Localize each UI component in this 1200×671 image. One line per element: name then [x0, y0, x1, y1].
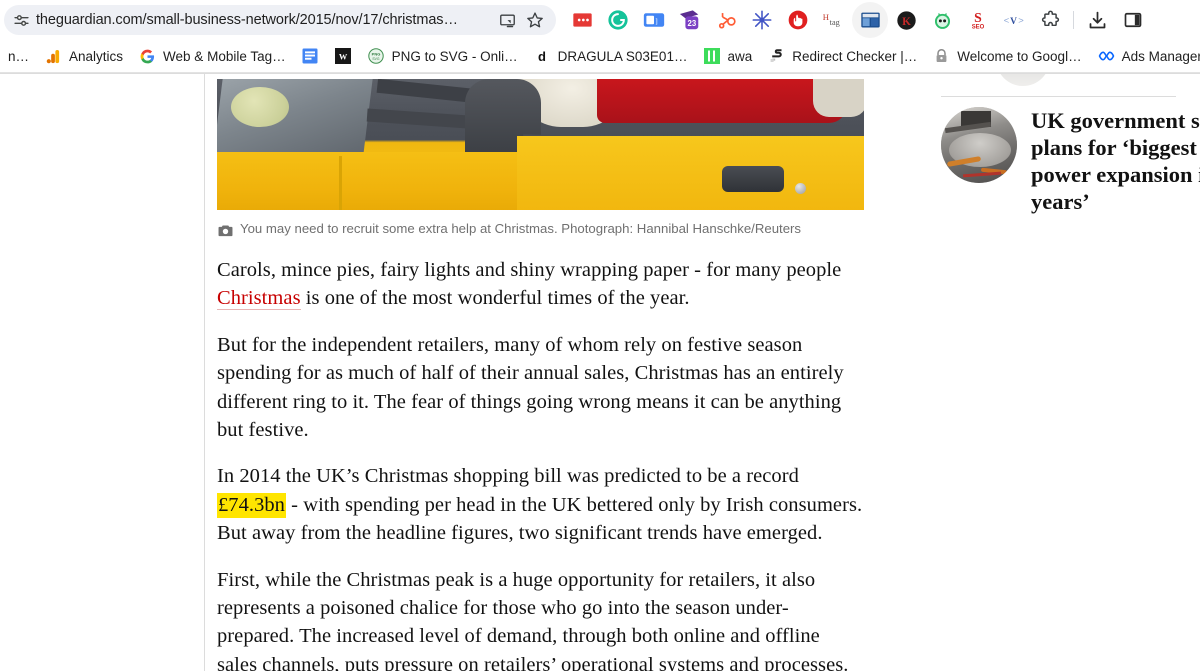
puzzle-extensions-icon[interactable]	[1032, 2, 1068, 38]
highlighted-figure: £74.3bn	[217, 492, 286, 518]
ext-screenshot-icon[interactable]	[852, 2, 888, 38]
ext-vue-devtools-icon[interactable]: < V >	[996, 2, 1032, 38]
toolbar-divider	[1073, 11, 1074, 29]
bookmark-ads-manager[interactable]: Ads Manager -	[1090, 43, 1200, 69]
downloads-button[interactable]	[1079, 2, 1115, 38]
image-caption: You may need to recruit some extra help …	[217, 221, 865, 242]
ext-purple-23-icon[interactable]: 23	[672, 2, 708, 38]
analytics-icon	[45, 48, 62, 65]
article-column: You may need to recruit some extra help …	[217, 79, 865, 671]
av-black-icon: W	[335, 48, 352, 65]
rail-divider	[941, 96, 1176, 97]
svg-text:]: ]	[656, 18, 658, 25]
left-column-divider	[204, 74, 205, 671]
letter-d-icon: d	[534, 48, 551, 65]
grey-lock-icon	[933, 48, 950, 65]
extensions-strip: ] 23 H tag K S SEO < V >	[564, 2, 1194, 38]
browser-chrome: theguardian.com/small-business-network/2…	[0, 0, 1200, 73]
bookmark-png-to-svg[interactable]: PNG SVG PNG to SVG - Onli…	[360, 43, 526, 69]
ext-adblock-icon[interactable]	[780, 2, 816, 38]
svg-text:PNG: PNG	[372, 52, 381, 57]
camera-icon	[218, 224, 233, 242]
bookmark-web-mobile-tag[interactable]: Web & Mobile Tag…	[131, 43, 294, 69]
bookmark-star-icon[interactable]	[524, 9, 546, 31]
bookmark-redirect-checker[interactable]: Redirect Checker |…	[760, 43, 925, 69]
svg-text:SVG: SVG	[373, 57, 381, 61]
ext-red-notes-icon[interactable]	[564, 2, 600, 38]
google-g-icon	[139, 48, 156, 65]
ext-green-robot-icon[interactable]	[924, 2, 960, 38]
png-green-icon: PNG SVG	[368, 48, 385, 65]
bookmark-overflow-left[interactable]: n…	[0, 43, 37, 69]
paragraph-2: But for the independent retailers, many …	[217, 333, 844, 442]
right-rail: UK government sets o plans for ‘biggest …	[941, 74, 1200, 671]
svg-text:SEO: SEO	[972, 24, 985, 30]
url-text: theguardian.com/small-business-network/2…	[36, 12, 458, 28]
side-panel-button[interactable]	[1115, 2, 1151, 38]
bookmark-awa[interactable]: awa	[695, 43, 760, 69]
bookmarks-bar: n… Analytics Web & Mobile Tag… W PNG SVG…	[0, 40, 1200, 72]
bookmark-label: Ads Manager -	[1121, 48, 1200, 64]
bookmark-wsj[interactable]: W	[327, 43, 360, 69]
browser-toolbar: theguardian.com/small-business-network/2…	[0, 0, 1200, 40]
address-bar[interactable]: theguardian.com/small-business-network/2…	[4, 5, 556, 35]
christmas-link[interactable]: Christmas	[217, 287, 301, 311]
svg-text:tag: tag	[830, 18, 840, 27]
ext-grammarly-icon[interactable]	[600, 2, 636, 38]
rail-clipped-thumbnail	[996, 74, 1050, 86]
ext-hubspot-icon[interactable]	[708, 2, 744, 38]
svg-text:d: d	[538, 49, 546, 64]
bookmark-label: awa	[727, 48, 753, 64]
bookmark-label: Redirect Checker |…	[792, 48, 918, 64]
p1-text-after: is one of the most wonderful times of th…	[300, 287, 690, 310]
bookmark-label: Web & Mobile Tag…	[163, 48, 286, 64]
docs-blue-icon	[302, 48, 319, 65]
bookmark-dragula[interactable]: d DRAGULA S03E01…	[526, 43, 696, 69]
paragraph-1: Carols, mince pies, fairy lights and shi…	[217, 256, 865, 313]
bookmark-docs[interactable]	[294, 43, 327, 69]
cast-icon[interactable]	[496, 9, 518, 31]
svg-text:H: H	[823, 12, 829, 22]
ext-htag-icon[interactable]: H tag	[816, 2, 852, 38]
green-bars-icon	[703, 48, 720, 65]
bookmark-label: PNG to SVG - Onli…	[391, 48, 518, 64]
ext-blue-snowflake-icon[interactable]	[744, 2, 780, 38]
svg-text:<: <	[1004, 14, 1010, 25]
bookmark-analytics[interactable]: Analytics	[37, 43, 131, 69]
rail-story-thumbnail[interactable]	[941, 107, 1017, 183]
page-viewport: You may need to recruit some extra help …	[0, 73, 1200, 671]
svg-text:23: 23	[687, 19, 696, 28]
ext-blue-id-icon[interactable]: ]	[636, 2, 672, 38]
svg-text:>: >	[1018, 14, 1024, 25]
p3-text-before: In 2014 the UK’s Christmas shopping bill…	[217, 465, 799, 488]
caption-text: You may need to recruit some extra help …	[240, 221, 802, 236]
bookmark-welcome-google[interactable]: Welcome to Googl…	[925, 43, 1089, 69]
ext-keywords-k-icon[interactable]: K	[888, 2, 924, 38]
p1-text-before: Carols, mince pies, fairy lights and shi…	[217, 259, 842, 281]
bookmark-label: DRAGULA S03E01…	[557, 48, 688, 64]
paragraph-3: In 2014 the UK’s Christmas shopping bill…	[217, 462, 865, 547]
p3-text-after: - with spending per head in the UK bette…	[217, 493, 863, 545]
ext-seoquake-icon[interactable]: S SEO	[960, 2, 996, 38]
bookmark-label: Welcome to Googl…	[957, 48, 1082, 64]
zigzag-icon	[768, 48, 785, 65]
lead-image	[217, 79, 864, 214]
bookmark-label: Analytics	[69, 48, 124, 64]
svg-text:S: S	[974, 10, 982, 25]
paragraph-4: First, while the Christmas peak is a hug…	[217, 568, 849, 671]
tune-icon[interactable]	[12, 11, 30, 29]
rail-story-headline[interactable]: UK government sets o plans for ‘biggest …	[1031, 107, 1200, 215]
svg-text:V: V	[1010, 17, 1017, 27]
svg-text:W: W	[339, 52, 348, 61]
svg-text:K: K	[902, 15, 911, 27]
meta-infinity-icon	[1098, 48, 1115, 65]
rail-story-card[interactable]: UK government sets o plans for ‘biggest …	[941, 107, 1200, 215]
bookmark-label: n…	[8, 48, 30, 64]
